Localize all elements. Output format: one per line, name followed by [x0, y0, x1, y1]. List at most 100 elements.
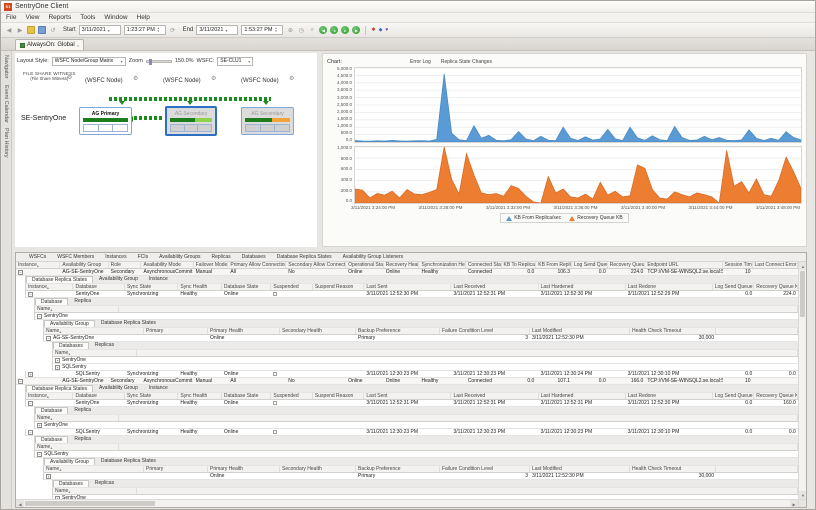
grid-tab-availability-group-listeners[interactable]: Availability Group Listeners	[338, 254, 409, 260]
nested-tab-database[interactable]: Database	[35, 298, 68, 305]
column-header[interactable]: Database	[73, 393, 124, 399]
step-forward-icon[interactable]: ▸	[341, 26, 349, 34]
gear-icon[interactable]: ⚙	[67, 74, 72, 81]
search-icon[interactable]: ⌕	[308, 27, 316, 34]
column-header[interactable]: Instance	[16, 262, 60, 268]
nested-tab-replicas[interactable]: Replicas	[90, 342, 119, 349]
rail-tab-navigator[interactable]: Navigator	[3, 55, 9, 79]
nested-tab-database-replica-states[interactable]: Database Replica States	[26, 385, 93, 392]
nested-tab-database-replica-states[interactable]: Database Replica States	[96, 320, 161, 327]
nested-tab-databases[interactable]: Databases	[53, 342, 89, 349]
grid-tab-databases[interactable]: Databases	[237, 254, 271, 260]
nested-tab-availability-group[interactable]: Availability Group	[94, 276, 143, 283]
menu-help[interactable]: Help	[137, 14, 150, 21]
menu-reports[interactable]: Reports	[48, 14, 71, 21]
table-row[interactable]: +SQLSentry	[52, 364, 798, 371]
column-header[interactable]: Name	[53, 488, 137, 494]
nested-tab-instance[interactable]: Instance	[144, 385, 173, 392]
column-header[interactable]: Last Sent	[364, 284, 451, 290]
column-header[interactable]: Last Hardened	[539, 393, 626, 399]
nested-tab-database[interactable]: Database	[35, 407, 68, 414]
column-header[interactable]: Session Timeout	[723, 262, 753, 268]
column-header[interactable]: Instance	[26, 284, 73, 290]
column-header[interactable]: Log Send Queue KB	[713, 284, 755, 290]
column-header[interactable]: Health Check Timeout	[630, 328, 716, 334]
column-header[interactable]: Sync State	[125, 393, 178, 399]
column-header[interactable]: Operational State	[346, 262, 384, 268]
forward-icon[interactable]: ▶	[16, 27, 24, 34]
suspended-checkbox[interactable]	[273, 292, 277, 296]
column-header[interactable]: Last Received	[451, 393, 538, 399]
column-header[interactable]: Primary	[144, 466, 208, 472]
column-header[interactable]: Log Send Queue KB	[713, 393, 755, 399]
table-row[interactable]: +SQLSentrySynchronizingHealthyOnline3/11…	[25, 371, 798, 378]
gear-icon[interactable]: ⚙	[211, 75, 216, 82]
table-row[interactable]: +SentryOne	[52, 357, 798, 364]
start-date-input[interactable]: 3/11/2021▾	[79, 25, 121, 35]
nested-tab-database-replica-states[interactable]: Database Replica States	[96, 458, 161, 465]
horizontal-scrollbar[interactable]: ◀ ▶	[16, 499, 798, 507]
column-header[interactable]: Role	[109, 262, 142, 268]
wsfc-select[interactable]: SE-CLU1▾	[217, 57, 253, 66]
column-header[interactable]: Name	[35, 415, 119, 421]
column-header[interactable]: Secondary Health	[280, 466, 356, 472]
nested-tab-database[interactable]: Database	[35, 436, 68, 443]
column-header[interactable]: Last Redone	[626, 393, 713, 399]
column-header[interactable]: Name	[53, 350, 137, 356]
column-header[interactable]: Backup Preference	[356, 328, 440, 334]
grid-tab-database-replica-states[interactable]: Database Replica States	[272, 254, 337, 260]
column-header[interactable]: Secondary Allow Connections	[286, 262, 346, 268]
column-header[interactable]: Connected State	[466, 262, 502, 268]
grid-tab-fcis[interactable]: FCIs	[133, 254, 154, 260]
nested-tab-replicas[interactable]: Replicas	[90, 480, 119, 487]
column-header[interactable]: Availability Group	[60, 262, 108, 268]
history-icon[interactable]: ◷	[297, 27, 305, 34]
scroll-down-icon[interactable]: ▼	[799, 491, 807, 499]
column-header[interactable]: Primary Allow Connections	[228, 262, 286, 268]
column-header[interactable]: Recovery Queue KB	[754, 393, 798, 399]
column-header[interactable]: Database	[73, 284, 124, 290]
expander-icon[interactable]: −	[28, 292, 33, 297]
ag-box-ag-primary-1[interactable]: AG Primary	[79, 107, 132, 135]
column-header[interactable]: Last Modified	[530, 328, 630, 334]
column-header[interactable]: Failure Condition Level	[440, 328, 530, 334]
ag-box-ag-secondary-2[interactable]: AG Secondary	[165, 106, 217, 136]
expander-icon[interactable]: +	[55, 365, 60, 370]
spinner-icon[interactable]: ▲▼	[157, 27, 160, 33]
nested-tab-availability-group[interactable]: Availability Group	[94, 385, 143, 392]
column-header[interactable]: Database State	[222, 284, 271, 290]
column-header[interactable]: Last Hardened	[539, 284, 626, 290]
expander-icon[interactable]: +	[28, 372, 33, 377]
column-header[interactable]: Name	[44, 466, 144, 472]
end-date-input[interactable]: 3/11/2021▾	[196, 25, 238, 35]
table-row[interactable]: −AG-SE-SentryOneSecondaryAsynchronousCom…	[16, 269, 798, 276]
menu-view[interactable]: View	[25, 14, 39, 21]
table-row[interactable]: +OnlinePrimary33/11/2021 12:52:30 PM30,0…	[43, 473, 798, 480]
undo-icon[interactable]: ↺	[49, 27, 57, 34]
grid-tab-replicas[interactable]: Replicas	[206, 254, 235, 260]
nested-tab-availability-group[interactable]: Availability Group	[44, 458, 95, 465]
table-row[interactable]: −AG-SE-SentryOneOnlinePrimary33/11/2021 …	[43, 335, 798, 342]
column-header[interactable]: Last Connect Error Number	[753, 262, 798, 268]
column-header[interactable]: Primary Health	[208, 466, 280, 472]
expander-icon[interactable]: −	[28, 430, 33, 435]
table-row[interactable]: −SQLSentrySynchronizingHealthyOnline3/11…	[25, 429, 798, 436]
zoom-slider[interactable]	[146, 60, 172, 63]
table-row[interactable]: −AG-SE-SentryOneSecondaryAsynchronousCom…	[16, 378, 798, 385]
column-header[interactable]: Availability Mode	[141, 262, 193, 268]
table-row[interactable]: +SentryOne	[34, 422, 798, 429]
nested-tab-databases[interactable]: Databases	[53, 480, 89, 487]
column-header[interactable]: Failover Mode	[194, 262, 229, 268]
grid-tab-wsfcs[interactable]: WSFCs	[24, 254, 51, 260]
column-header[interactable]: Name	[35, 306, 119, 312]
tag-icon[interactable]: ♥	[385, 28, 388, 33]
alert-icon[interactable]: ✱	[371, 28, 375, 33]
column-header[interactable]: Last Modified	[530, 466, 630, 472]
jump-end-icon[interactable]: ▶	[352, 26, 360, 34]
column-header[interactable]: Suspend Reason	[313, 393, 364, 399]
column-header[interactable]: Name	[44, 328, 144, 334]
column-header[interactable]: Recovery Health	[384, 262, 420, 268]
expander-icon[interactable]: −	[37, 314, 42, 319]
column-header[interactable]: Endpoint URL	[645, 262, 722, 268]
start-time-input[interactable]: 1:23:27 PM▲▼	[124, 25, 166, 35]
